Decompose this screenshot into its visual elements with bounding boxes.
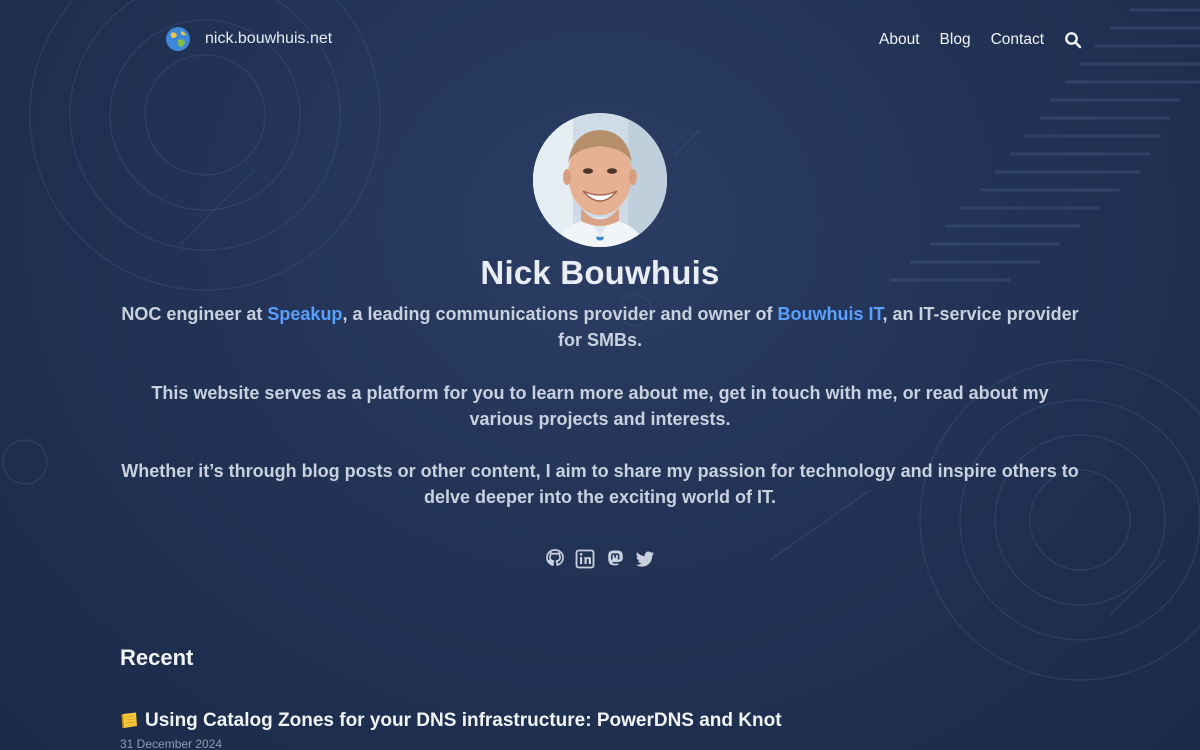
ledger-icon bbox=[121, 712, 137, 729]
twitter-icon bbox=[636, 551, 654, 567]
post-title: Using Catalog Zones for your DNS infrast… bbox=[145, 710, 782, 731]
bio-text: , a leading communications provider and … bbox=[342, 304, 778, 324]
main-nav: About Blog Contact bbox=[879, 28, 1082, 52]
nav-about[interactable]: About bbox=[879, 31, 920, 49]
bio-paragraph-2: This website serves as a platform for yo… bbox=[151, 383, 1049, 429]
nav-contact[interactable]: Contact bbox=[991, 31, 1044, 49]
post-title-link[interactable]: Using Catalog Zones for your DNS infrast… bbox=[120, 710, 782, 732]
mastodon-link[interactable] bbox=[605, 548, 625, 570]
github-link[interactable] bbox=[545, 548, 565, 570]
profile-name: Nick Bouwhuis bbox=[480, 254, 720, 291]
nav-blog[interactable]: Blog bbox=[940, 31, 971, 49]
profile-avatar bbox=[533, 113, 667, 247]
site-brand: nick.bouwhuis.net bbox=[205, 30, 333, 47]
twitter-link[interactable] bbox=[635, 548, 655, 570]
site-header: nick.bouwhuis.net About Blog Contact bbox=[0, 0, 1200, 80]
search-icon[interactable] bbox=[1064, 31, 1082, 49]
brand-link[interactable]: nick.bouwhuis.net bbox=[165, 26, 332, 52]
list-item: Using Catalog Zones for your DNS infrast… bbox=[120, 710, 782, 750]
social-links bbox=[0, 548, 1200, 570]
bio-paragraph-1: NOC engineer at Speakup, a leading commu… bbox=[120, 301, 1080, 353]
globe-icon bbox=[166, 27, 190, 51]
recent-heading: Recent bbox=[120, 645, 194, 670]
speakup-link[interactable]: Speakup bbox=[267, 304, 342, 324]
bouwhuis-it-link[interactable]: Bouwhuis IT bbox=[778, 304, 883, 324]
bio-paragraph-3: Whether it’s through blog posts or other… bbox=[121, 461, 1079, 507]
linkedin-link[interactable] bbox=[575, 548, 595, 570]
post-date: 31 December 2024 bbox=[120, 737, 223, 750]
mastodon-icon bbox=[608, 550, 623, 566]
bio-text: NOC engineer at bbox=[121, 304, 268, 324]
linkedin-icon bbox=[575, 549, 595, 569]
github-icon bbox=[546, 549, 564, 566]
